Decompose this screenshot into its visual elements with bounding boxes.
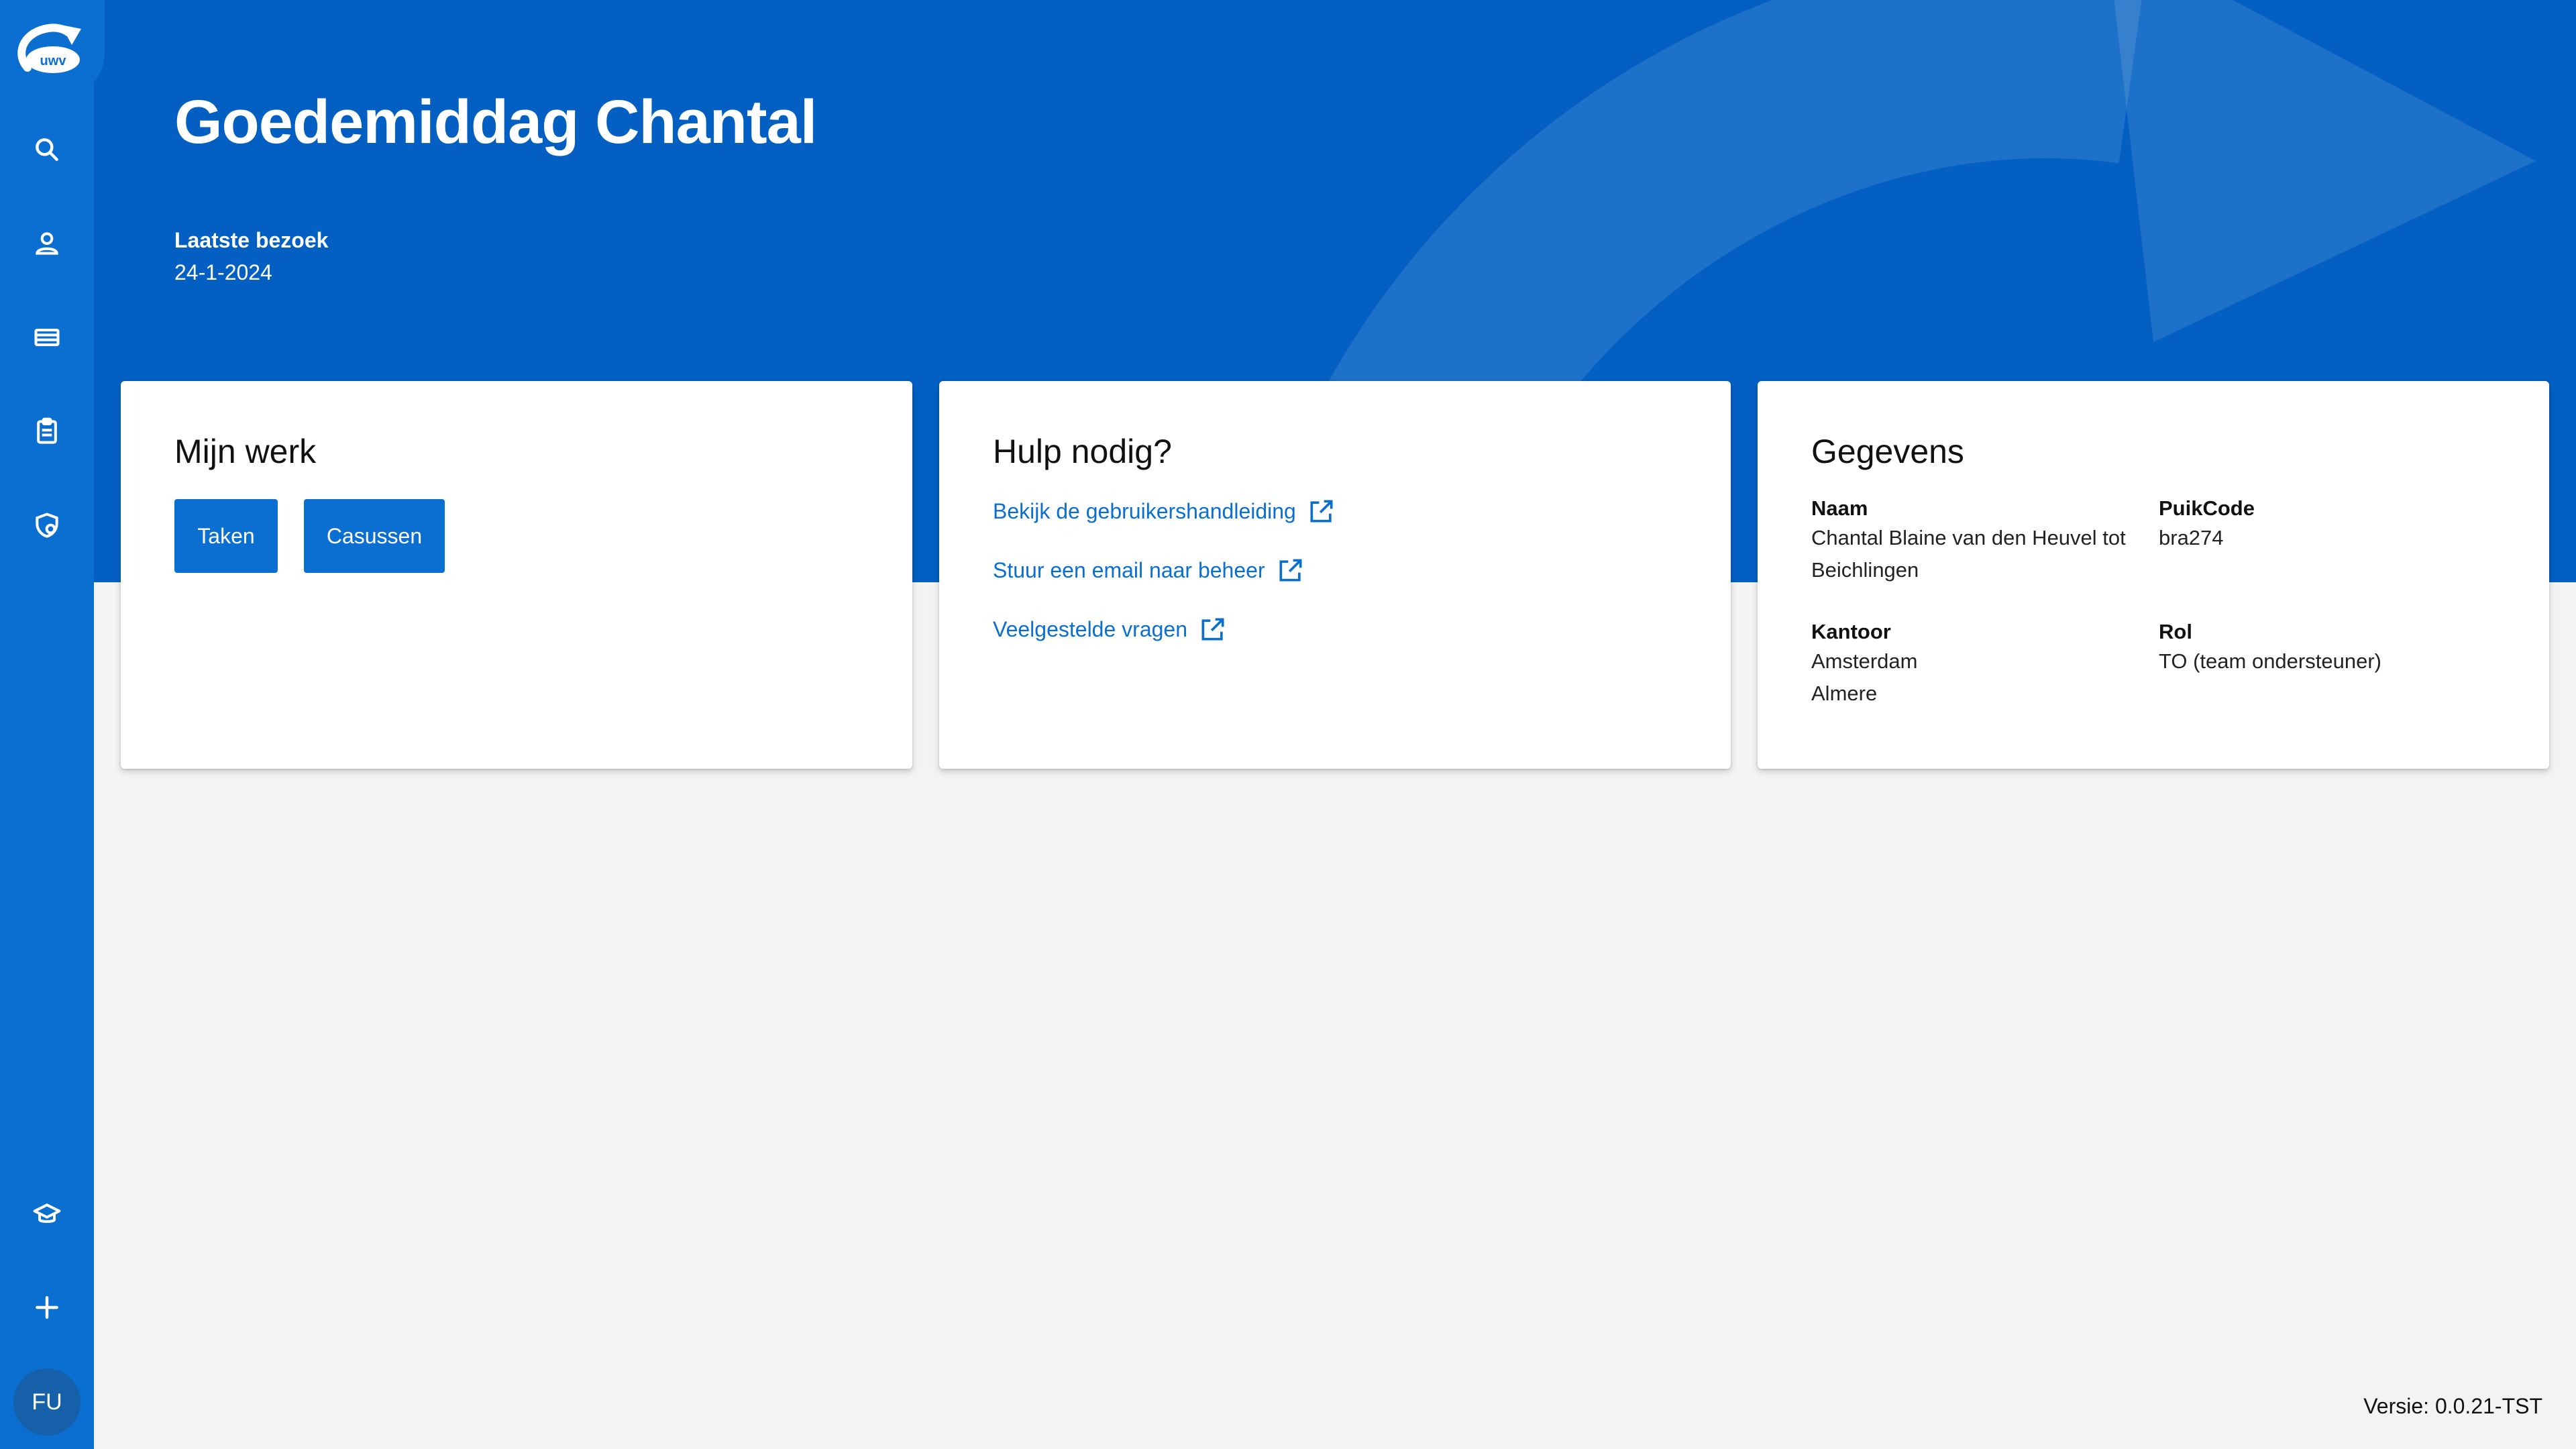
office-label: Kantoor [1811, 620, 1891, 643]
last-visit-date: 24-1-2024 [174, 260, 272, 284]
card-details: Gegevens Naam Chantal Blaine van den Heu… [1758, 381, 2549, 769]
card-title: Mijn werk [174, 433, 317, 470]
puikcode-value: bra274 [2159, 526, 2224, 549]
graduation-cap-icon[interactable] [20, 1187, 74, 1240]
version-label: Versie: 0.0.21-TST [2363, 1394, 2542, 1418]
name-label: Naam [1811, 496, 1868, 520]
link-user-manual[interactable]: Bekijk de gebruikershandleiding [993, 496, 1336, 526]
tasks-button[interactable]: Taken [174, 499, 278, 573]
shield-icon[interactable] [20, 498, 74, 552]
card-title: Gegevens [1811, 433, 1964, 470]
person-icon[interactable] [20, 217, 74, 270]
svg-text:uwv: uwv [40, 54, 67, 68]
cases-button[interactable]: Casussen [304, 499, 445, 573]
link-label: Bekijk de gebruikershandleiding [993, 498, 1296, 523]
clipboard-icon[interactable] [20, 405, 74, 458]
link-faq[interactable]: Veelgestelde vragen [993, 614, 1228, 644]
link-email-support[interactable]: Stuur een email naar beheer [993, 555, 1305, 585]
sidebar: uwv FU [0, 0, 105, 1449]
greeting-title: Goedemiddag Chantal [174, 88, 817, 156]
last-visit-label: Laatste bezoek [174, 228, 329, 252]
plus-icon[interactable] [20, 1281, 74, 1334]
link-label: Stuur een email naar beheer [993, 557, 1265, 582]
office-value: Amsterdam Almere [1811, 649, 1918, 705]
card-icon[interactable] [20, 311, 74, 364]
external-link-icon [1310, 500, 1333, 523]
user-avatar[interactable]: FU [13, 1368, 80, 1436]
search-icon[interactable] [20, 123, 74, 176]
uwv-logo[interactable]: uwv [0, 0, 105, 99]
role-value: TO (team ondersteuner) [2159, 649, 2381, 673]
uwv-logo-icon: uwv [17, 23, 81, 73]
role-label: Rol [2159, 620, 2192, 643]
name-value: Chantal Blaine van den Heuvel tot Beichl… [1811, 526, 2126, 582]
card-my-work: Mijn werk Taken Casussen [121, 381, 912, 769]
card-help: Hulp nodig? Bekijk de gebruikershandleid… [939, 381, 1731, 769]
card-title: Hulp nodig? [993, 433, 1172, 470]
app-root: uwv FU Goedemiddag Chantal Laatste bezoe… [0, 0, 2576, 1449]
external-link-icon [1201, 618, 1224, 641]
link-label: Veelgestelde vragen [993, 616, 1187, 641]
external-link-icon [1279, 559, 1302, 582]
puikcode-label: PuikCode [2159, 496, 2255, 520]
